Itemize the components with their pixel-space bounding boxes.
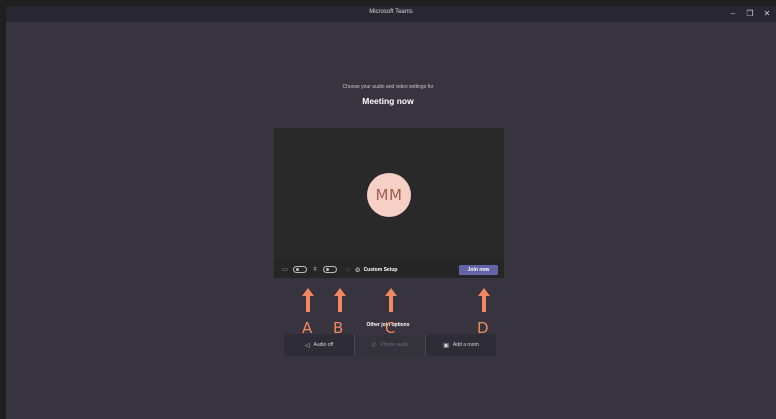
cast-icon: ▣ bbox=[443, 342, 449, 349]
close-button[interactable]: ✕ bbox=[762, 8, 772, 20]
audio-off-option[interactable]: ◁ Audio off bbox=[284, 334, 355, 356]
custom-setup-label: Custom Setup bbox=[363, 266, 398, 273]
annotation-arrow-c bbox=[384, 288, 398, 312]
background-effects-icon[interactable]: ▭ bbox=[346, 267, 351, 273]
gear-icon: ⚙ bbox=[354, 266, 361, 274]
mic-off-icon: ǂ bbox=[313, 266, 317, 273]
annotation-arrow-a bbox=[301, 288, 315, 312]
minimize-button[interactable]: – bbox=[728, 8, 738, 20]
restore-button[interactable]: ❐ bbox=[745, 8, 755, 20]
custom-setup-button[interactable]: ⚙ Custom Setup bbox=[355, 266, 398, 274]
audio-off-label: Audio off bbox=[313, 342, 334, 348]
other-join-options: ◁ Audio off ✆ Phone audio ▣ Add a room bbox=[284, 334, 496, 356]
prejoin-subtitle: Choose your audio and video settings for bbox=[342, 84, 434, 90]
window-title: Microsoft Teams bbox=[369, 9, 413, 15]
phone-audio-label: Phone audio bbox=[380, 342, 409, 348]
speaker-off-icon: ◁ bbox=[304, 342, 310, 349]
video-preview: MM bbox=[274, 128, 504, 261]
camera-icon: ▭ bbox=[282, 267, 288, 273]
title-bar: Microsoft Teams – ❐ ✕ bbox=[6, 6, 776, 22]
annotation-arrow-b bbox=[333, 288, 347, 312]
add-a-room-label: Add a room bbox=[452, 342, 479, 348]
phone-audio-option[interactable]: ✆ Phone audio bbox=[355, 334, 426, 356]
meeting-title: Meeting now bbox=[362, 96, 414, 106]
avatar-initials: MM bbox=[375, 186, 403, 204]
avatar: MM bbox=[367, 173, 411, 217]
device-controls-bar: ▭ ǂ ▭ ⚙ Custom Setup Join now bbox=[274, 261, 504, 278]
annotation-arrow-d bbox=[477, 288, 491, 312]
add-a-room-option[interactable]: ▣ Add a room bbox=[426, 334, 496, 356]
join-now-button[interactable]: Join now bbox=[459, 264, 498, 275]
window-controls: – ❐ ✕ bbox=[728, 8, 772, 20]
camera-toggle[interactable] bbox=[293, 266, 307, 273]
phone-icon: ✆ bbox=[371, 342, 377, 349]
mic-toggle[interactable] bbox=[323, 266, 337, 273]
